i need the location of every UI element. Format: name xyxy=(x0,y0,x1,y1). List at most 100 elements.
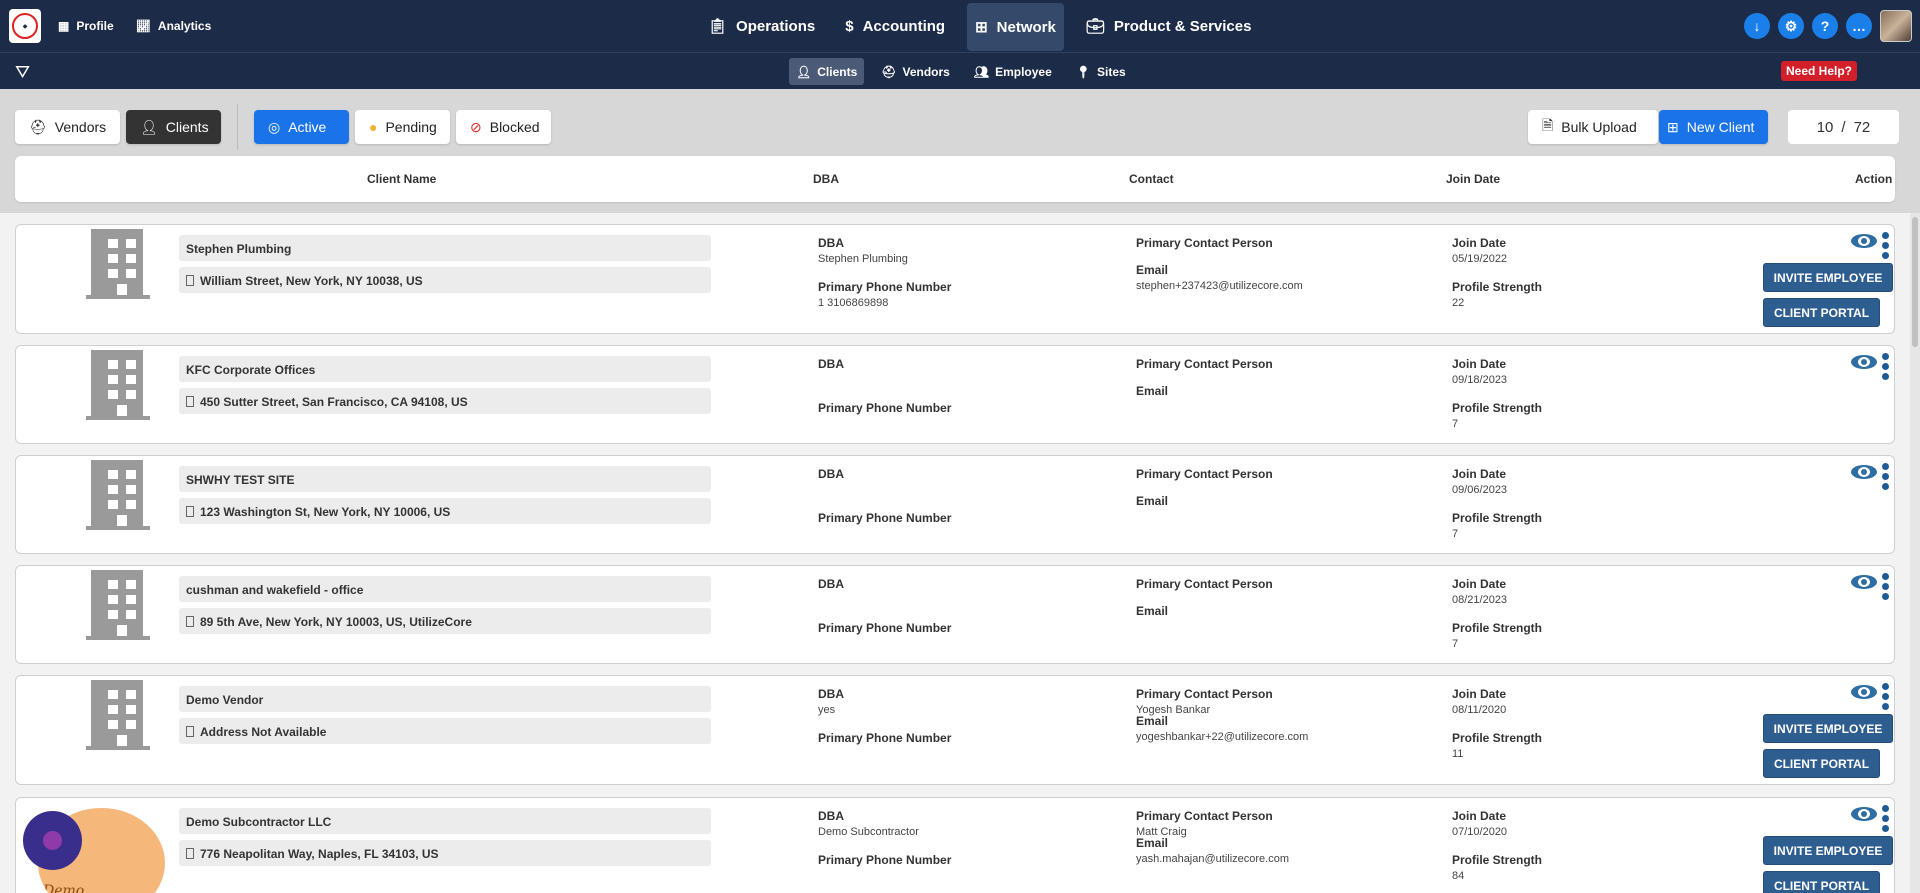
new-client-button[interactable]: ⊞ New Client xyxy=(1659,110,1768,144)
nav-product-services[interactable]: 💼︎ Product & Services xyxy=(1078,0,1260,52)
pending-filter-button[interactable]: ● Pending xyxy=(355,110,450,144)
join-date-label: Join Date xyxy=(1452,357,1507,371)
building-small-icon xyxy=(186,848,194,859)
client-portal-button[interactable]: CLIENT PORTAL xyxy=(1763,298,1880,327)
invite-employee-button[interactable]: INVITE EMPLOYEE xyxy=(1763,263,1893,292)
plus-square-icon: ⊞ xyxy=(1667,118,1679,135)
network-icon: ⊞ xyxy=(975,19,988,36)
col-contact: Contact xyxy=(1129,172,1174,186)
profile-strength-value: 22 xyxy=(1452,297,1465,309)
dba-value: yes xyxy=(818,704,836,716)
client-address: Address Not Available xyxy=(179,718,711,744)
join-date-label: Join Date xyxy=(1452,467,1507,481)
subnav-clients[interactable]: 👤︎ Clients xyxy=(789,58,865,85)
client-name[interactable]: Demo Subcontractor LLC xyxy=(179,808,711,834)
dba-value: Stephen Plumbing xyxy=(818,253,908,265)
subnav-vendors[interactable]: ⛑︎ Vendors xyxy=(874,58,957,85)
view-eye-icon[interactable] xyxy=(1851,573,1879,591)
join-date-label: Join Date xyxy=(1452,577,1507,591)
client-name[interactable]: SHWHY TEST SITE xyxy=(179,466,711,492)
building-icon xyxy=(86,680,150,754)
profile-strength-value: 84 xyxy=(1452,870,1465,882)
more-options-icon[interactable] xyxy=(1882,573,1890,603)
client-name[interactable]: KFC Corporate Offices xyxy=(179,356,711,382)
need-help-button[interactable]: Need Help? xyxy=(1781,61,1858,81)
client-card: Demo Subcontractor LLC Demo Subcontractor… xyxy=(15,797,1895,893)
client-address: William Street, New York, NY 10038, US xyxy=(179,267,711,293)
floating-assistant-button[interactable] xyxy=(23,811,82,870)
invite-employee-button[interactable]: INVITE EMPLOYEE xyxy=(1763,836,1893,865)
clients-toggle[interactable]: 👤︎ Clients xyxy=(126,110,221,144)
join-date-value: 07/10/2020 xyxy=(1452,826,1508,838)
logo-mark: ◆ xyxy=(12,13,38,39)
download-icon[interactable]: ↓ xyxy=(1744,13,1770,39)
client-card: Stephen Plumbing William Street, New York… xyxy=(15,224,1895,334)
email-label: Email xyxy=(1136,263,1169,277)
client-name[interactable]: cushman and wakefield - office xyxy=(179,576,711,602)
more-options-icon[interactable] xyxy=(1882,683,1890,713)
building-icon xyxy=(86,570,150,644)
bulk-upload-button[interactable]: 🗎︎ Bulk Upload xyxy=(1528,110,1658,144)
email-value[interactable]: yash.mahajan@utilizecore.com xyxy=(1136,853,1289,865)
nav-operations[interactable]: 📋︎ Operations xyxy=(700,0,823,52)
contact-label: Primary Contact Person xyxy=(1136,577,1273,591)
user-avatar[interactable] xyxy=(1880,10,1912,42)
chat-icon[interactable]: … xyxy=(1846,13,1872,39)
client-address: 123 Washington St, New York, NY 10006, U… xyxy=(179,498,711,524)
invite-employee-button[interactable]: INVITE EMPLOYEE xyxy=(1763,714,1893,743)
subnav-employee[interactable]: 👥︎ Employee xyxy=(967,58,1059,85)
vendors-toggle[interactable]: ⛑︎ Vendors xyxy=(15,110,120,144)
client-card: KFC Corporate Offices 450 Sutter Street, … xyxy=(15,345,1895,444)
nav-network[interactable]: ⊞ Network xyxy=(967,3,1064,51)
dba-label: DBA xyxy=(818,809,844,823)
dba-label: DBA xyxy=(818,687,844,701)
building-small-icon xyxy=(186,275,194,286)
nav-accounting[interactable]: $ Accounting xyxy=(837,0,953,52)
phone-label: Primary Phone Number xyxy=(818,401,952,415)
map-pin-icon: 📍︎ xyxy=(1075,64,1092,79)
contact-label: Primary Contact Person xyxy=(1136,687,1273,701)
clock-icon: ● xyxy=(369,119,378,135)
list-scrollbar[interactable] xyxy=(1910,213,1920,893)
profile-strength-value: 7 xyxy=(1452,638,1459,650)
nav-profile[interactable]: ▦ Profile xyxy=(58,0,114,52)
active-filter-button[interactable]: ◎ Active xyxy=(254,110,349,144)
contact-label: Primary Contact Person xyxy=(1136,809,1273,823)
phone-value: 1 3106869898 xyxy=(818,297,889,309)
profile-strength-label: Profile Strength xyxy=(1452,853,1543,867)
view-eye-icon[interactable] xyxy=(1851,232,1879,250)
filter-icon[interactable]: ⛛ xyxy=(15,62,30,83)
more-options-icon[interactable] xyxy=(1882,805,1890,835)
phone-label: Primary Phone Number xyxy=(818,731,952,745)
building-icon xyxy=(86,350,150,424)
subnav-sites[interactable]: 📍︎ Sites xyxy=(1069,58,1133,85)
contact-label: Primary Contact Person xyxy=(1136,467,1273,481)
view-eye-icon[interactable] xyxy=(1851,805,1879,823)
view-eye-icon[interactable] xyxy=(1851,353,1879,371)
client-name[interactable]: Stephen Plumbing xyxy=(179,235,711,261)
client-portal-button[interactable]: CLIENT PORTAL xyxy=(1763,749,1880,778)
email-value[interactable]: stephen+237423@utilizecore.com xyxy=(1136,280,1303,292)
client-portal-button[interactable]: CLIENT PORTAL xyxy=(1763,871,1880,893)
table-header: Client Name DBA Contact Join Date Action xyxy=(15,156,1895,202)
company-logo[interactable]: ◆ xyxy=(9,9,41,43)
view-eye-icon[interactable] xyxy=(1851,683,1879,701)
user-tie-icon: 👤︎ xyxy=(796,64,812,79)
view-eye-icon[interactable] xyxy=(1851,463,1879,481)
toolbar-divider xyxy=(237,104,238,150)
more-options-icon[interactable] xyxy=(1882,232,1890,262)
client-name[interactable]: Demo Vendor xyxy=(179,686,711,712)
gear-icon[interactable]: ⚙ xyxy=(1778,13,1804,39)
email-value[interactable]: yogeshbankar+22@utilizecore.com xyxy=(1136,731,1308,743)
scrollbar-thumb[interactable] xyxy=(1912,217,1918,347)
user-icon: 👤︎ xyxy=(140,118,158,135)
briefcase-icon: 💼︎ xyxy=(1085,18,1105,35)
hard-hat-icon: ⛑︎ xyxy=(29,118,47,135)
more-options-icon[interactable] xyxy=(1882,463,1890,493)
nav-analytics[interactable]: 📈︎ Analytics xyxy=(136,0,212,52)
profile-strength-value: 11 xyxy=(1452,748,1464,760)
blocked-filter-button[interactable]: ⊘ Blocked xyxy=(456,110,551,144)
question-icon[interactable]: ? xyxy=(1812,13,1838,39)
more-options-icon[interactable] xyxy=(1882,353,1890,383)
client-address: 776 Neapolitan Way, Naples, FL 34103, US xyxy=(179,840,711,866)
